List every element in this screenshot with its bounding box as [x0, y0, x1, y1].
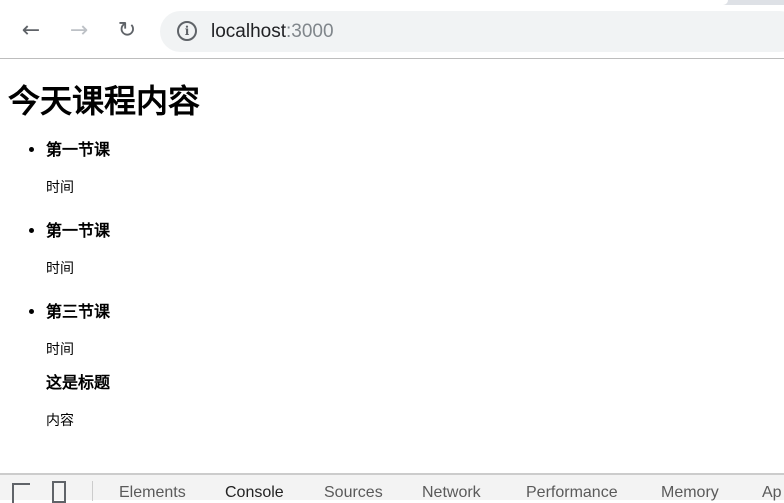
page-title: 今天课程内容: [8, 82, 201, 120]
item-text: 时间: [46, 261, 74, 277]
item-heading: 第三节课: [46, 302, 111, 321]
item-heading: 第一节课: [46, 140, 111, 159]
url-port: :3000: [286, 21, 334, 42]
devtools-tabbar: Elements Console Sources Network Perform…: [0, 473, 784, 503]
item-heading: 第一节课: [46, 221, 111, 240]
tab-application[interactable]: Ap: [762, 484, 782, 502]
tab-console[interactable]: Console: [225, 484, 284, 502]
list-item: 第一节课时间: [46, 140, 776, 197]
tab-memory[interactable]: Memory: [661, 484, 719, 502]
list-item: 第三节课时间: [46, 302, 776, 359]
tab-sources[interactable]: Sources: [324, 484, 383, 502]
extra-section: 这是标题 内容: [8, 373, 776, 430]
url-text[interactable]: localhost:3000: [211, 21, 334, 43]
browser-toolbar: ← → ↻ i localhost:3000: [0, 5, 784, 59]
inspect-element-icon[interactable]: [12, 483, 30, 503]
reload-icon[interactable]: ↻: [115, 19, 139, 43]
extra-heading: 这是标题: [46, 373, 111, 392]
list-item: 第一节课时间: [46, 221, 776, 278]
item-text: 时间: [46, 180, 74, 196]
back-arrow-icon[interactable]: ←: [19, 19, 43, 43]
tab-elements[interactable]: Elements: [119, 484, 186, 502]
tab-network[interactable]: Network: [422, 484, 481, 502]
url-host: localhost: [211, 21, 286, 42]
page-content: 今天课程内容 第一节课时间 第一节课时间 第三节课时间 这是标题 内容: [0, 60, 784, 473]
address-bar[interactable]: i localhost:3000: [160, 11, 784, 52]
forward-arrow-icon[interactable]: →: [67, 19, 91, 43]
divider: [92, 481, 93, 501]
extra-text: 内容: [46, 413, 74, 429]
info-icon[interactable]: i: [177, 21, 197, 41]
item-text: 时间: [46, 342, 74, 358]
course-list: 第一节课时间 第一节课时间 第三节课时间: [8, 140, 776, 359]
tab-performance[interactable]: Performance: [526, 484, 618, 502]
